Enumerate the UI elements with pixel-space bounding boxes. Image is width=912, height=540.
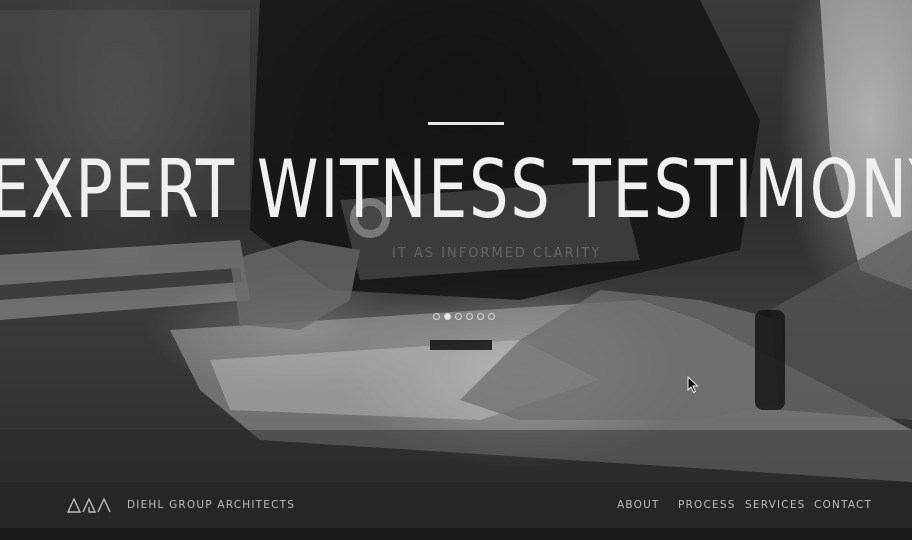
- nav-about-link[interactable]: ABOUT: [617, 499, 660, 511]
- slide-indicators: [433, 313, 495, 320]
- slide-dot-4[interactable]: [466, 313, 473, 320]
- slide-dot-5[interactable]: [477, 313, 484, 320]
- hero-subtitle: IT AS INFORMED CLARITY: [392, 246, 602, 261]
- nav-services-link[interactable]: SERVICES: [745, 499, 806, 511]
- nav-contact-link[interactable]: CONTACT: [814, 499, 872, 511]
- hero-section: EXPERT WITNESS TESTIMONY IT AS INFORMED …: [0, 0, 912, 482]
- mouse-pointer-icon: [687, 376, 699, 394]
- nav-process-link[interactable]: PROCESS: [678, 499, 736, 511]
- brand-name[interactable]: DIEHL GROUP ARCHITECTS: [127, 499, 295, 511]
- headline-divider: [428, 122, 504, 125]
- slide-dot-3[interactable]: [455, 313, 462, 320]
- dga-logo-icon[interactable]: [67, 497, 113, 513]
- slide-dot-2[interactable]: [444, 313, 451, 320]
- slide-dot-1[interactable]: [433, 313, 440, 320]
- hero-headline: EXPERT WITNESS TESTIMONY: [0, 143, 912, 236]
- navbar-bottom-edge: [0, 528, 912, 540]
- slide-dot-6[interactable]: [488, 313, 495, 320]
- hero-background-photo: [0, 0, 912, 482]
